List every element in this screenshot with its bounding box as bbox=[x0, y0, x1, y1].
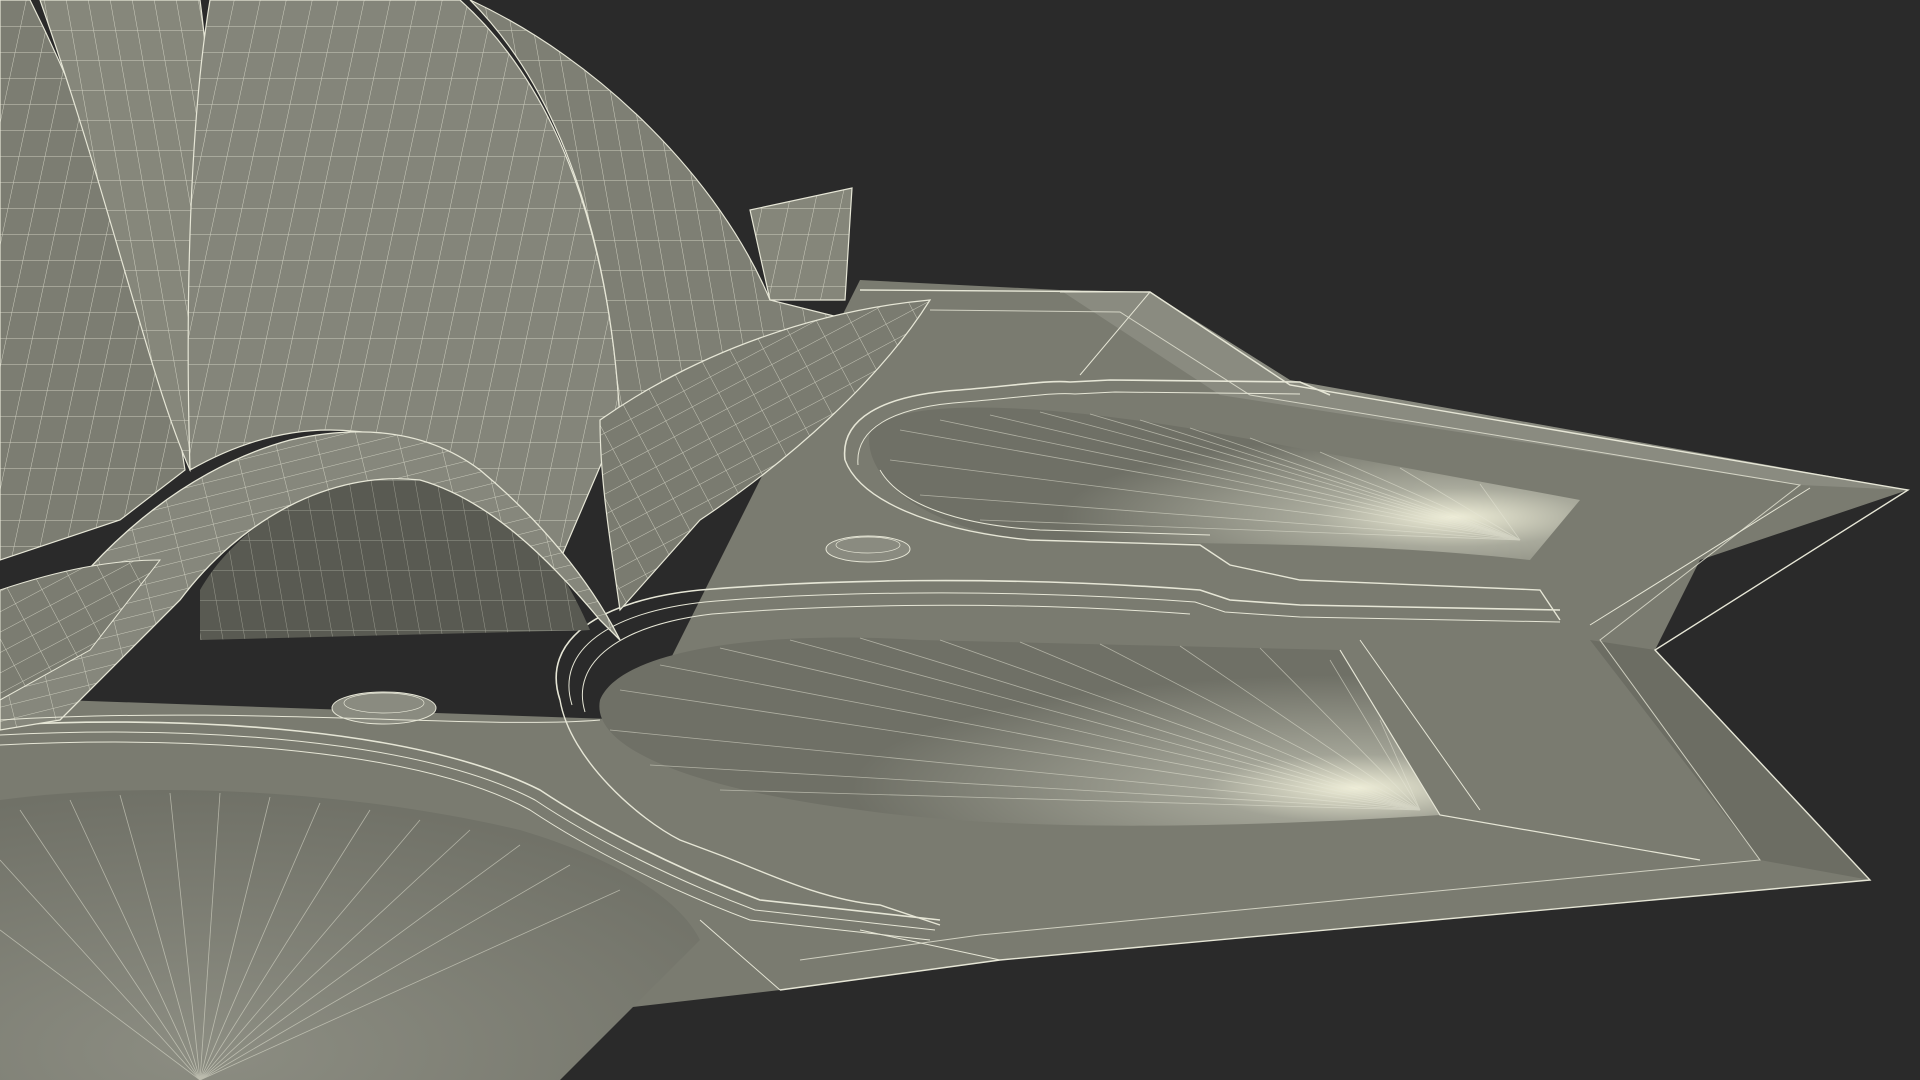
temple-wireframe-render bbox=[0, 0, 1920, 1080]
render-viewport bbox=[0, 0, 1920, 1080]
